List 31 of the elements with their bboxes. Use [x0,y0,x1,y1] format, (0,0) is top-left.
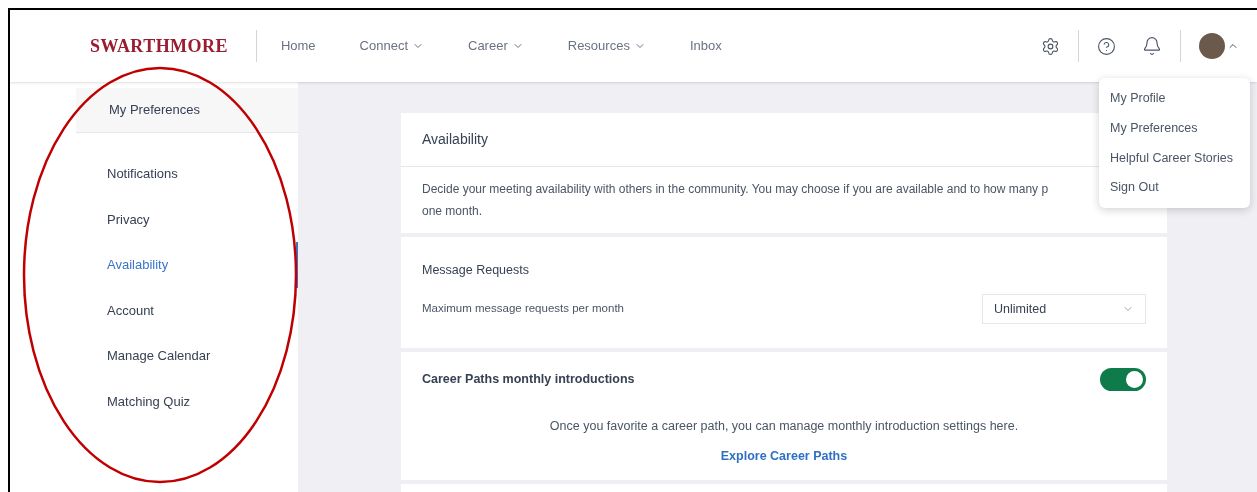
toggle-switch[interactable] [1100,368,1146,391]
card-title: Availability [422,130,488,149]
sidebar-item[interactable]: Privacy [76,196,298,242]
nav-link[interactable]: Resources [567,36,646,56]
section-title: Career Paths monthly introductions [422,371,635,389]
description-text: Decide your meeting availability with others in the community. You may choose if you are available and to how many p [422,181,1049,198]
avatar-menu-button[interactable] [1199,33,1239,59]
logo[interactable]: SWARTHMORE [90,32,228,60]
sidebar-item[interactable]: Manage Calendar [76,333,298,379]
bell-icon[interactable] [1142,36,1162,56]
description-text: one month. [422,203,483,220]
explore-career-paths-link[interactable]: Explore Career Paths [720,446,848,466]
field-label: Maximum message requests per month [422,301,624,317]
section-title: Message Requests [422,262,530,280]
nav-link[interactable]: Inbox [689,36,722,56]
nav-link[interactable]: Career [468,36,524,56]
sidebar-item[interactable]: Notifications [76,151,298,197]
menu-item[interactable]: Helpful Career Stories [1110,148,1250,168]
sidebar-item[interactable]: Matching Quiz [76,378,298,424]
settings-icon[interactable] [1041,36,1060,56]
menu-item[interactable]: My Profile [1110,89,1250,108]
menu-item[interactable]: Sign Out [1110,178,1250,197]
menu-item[interactable]: My Preferences [1110,118,1250,138]
nav-link[interactable]: Home [280,36,316,56]
requests-select[interactable]: Unlimited [982,293,1146,324]
sidebar-item[interactable]: Account [76,287,298,333]
sidebar-title: My Preferences [76,88,298,133]
avatar [1199,33,1225,59]
help-icon[interactable] [1097,36,1116,56]
nav-link[interactable]: Connect [359,36,424,56]
info-text: Once you favorite a career path, you can manage monthly introduction settings here. [548,418,1020,435]
